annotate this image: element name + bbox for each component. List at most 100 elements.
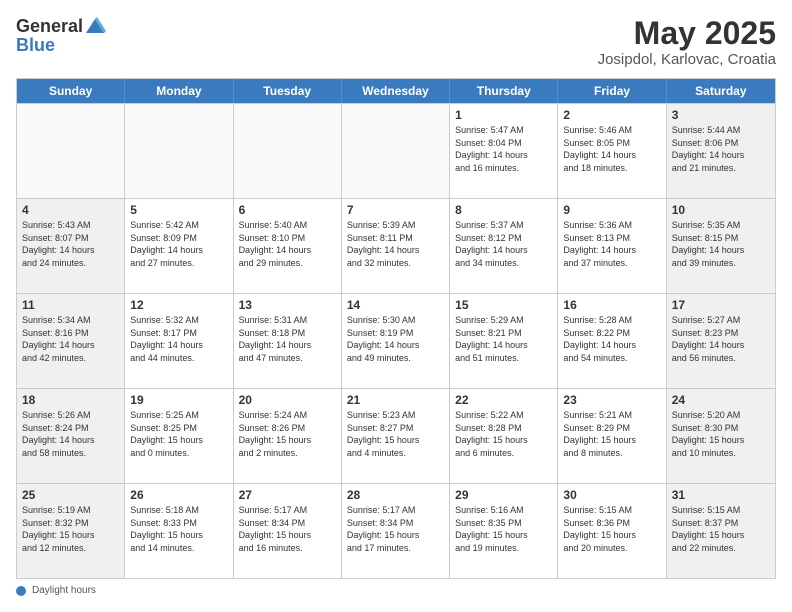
header-cell-saturday: Saturday bbox=[667, 79, 775, 103]
day-number: 21 bbox=[347, 393, 444, 407]
calendar-cell: 12 Sunrise: 5:32 AMSunset: 8:17 PMDayligh… bbox=[125, 294, 233, 388]
calendar-cell: 22 Sunrise: 5:22 AMSunset: 8:28 PMDayligh… bbox=[450, 389, 558, 483]
cell-text: Sunrise: 5:47 AMSunset: 8:04 PMDaylight:… bbox=[455, 124, 552, 174]
location: Josipdol, Karlovac, Croatia bbox=[598, 51, 776, 68]
cell-text: Sunrise: 5:19 AMSunset: 8:32 PMDaylight:… bbox=[22, 504, 119, 554]
calendar-cell: 9 Sunrise: 5:36 AMSunset: 8:13 PMDaylight… bbox=[558, 199, 666, 293]
calendar-cell: 29 Sunrise: 5:16 AMSunset: 8:35 PMDayligh… bbox=[450, 484, 558, 578]
cell-text: Sunrise: 5:26 AMSunset: 8:24 PMDaylight:… bbox=[22, 409, 119, 459]
header: General Blue May 2025 Josipdol, Karlovac… bbox=[16, 16, 776, 68]
calendar-cell: 28 Sunrise: 5:17 AMSunset: 8:34 PMDayligh… bbox=[342, 484, 450, 578]
cell-text: Sunrise: 5:16 AMSunset: 8:35 PMDaylight:… bbox=[455, 504, 552, 554]
cell-text: Sunrise: 5:21 AMSunset: 8:29 PMDaylight:… bbox=[563, 409, 660, 459]
footer-dot bbox=[16, 586, 26, 596]
calendar-cell: 5 Sunrise: 5:42 AMSunset: 8:09 PMDaylight… bbox=[125, 199, 233, 293]
cell-text: Sunrise: 5:17 AMSunset: 8:34 PMDaylight:… bbox=[347, 504, 444, 554]
cell-text: Sunrise: 5:15 AMSunset: 8:36 PMDaylight:… bbox=[563, 504, 660, 554]
calendar-cell: 16Sunrise: 5:28 AMSunset: 8:22 PMDayligh… bbox=[558, 294, 666, 388]
cell-text: Sunrise: 5:15 AMSunset: 8:37 PMDaylight:… bbox=[672, 504, 770, 554]
day-number: 5 bbox=[130, 203, 227, 217]
calendar-row-1: 1 Sunrise: 5:47 AMSunset: 8:04 PMDaylight… bbox=[17, 103, 775, 198]
calendar-cell: 31Sunrise: 5:15 AMSunset: 8:37 PMDayligh… bbox=[667, 484, 775, 578]
calendar-row-2: 4 Sunrise: 5:43 AMSunset: 8:07 PMDaylight… bbox=[17, 198, 775, 293]
day-number: 23 bbox=[563, 393, 660, 407]
day-number: 13 bbox=[239, 298, 336, 312]
cell-text: Sunrise: 5:27 AMSunset: 8:23 PMDaylight:… bbox=[672, 314, 770, 364]
cell-text: Sunrise: 5:24 AMSunset: 8:26 PMDaylight:… bbox=[239, 409, 336, 459]
header-cell-thursday: Thursday bbox=[450, 79, 558, 103]
calendar-cell bbox=[125, 104, 233, 198]
calendar-cell: 23 Sunrise: 5:21 AMSunset: 8:29 PMDayligh… bbox=[558, 389, 666, 483]
day-number: 20 bbox=[239, 393, 336, 407]
cell-text: Sunrise: 5:18 AMSunset: 8:33 PMDaylight:… bbox=[130, 504, 227, 554]
day-number: 30 bbox=[563, 488, 660, 502]
calendar-cell: 8Sunrise: 5:37 AMSunset: 8:12 PMDaylight… bbox=[450, 199, 558, 293]
calendar-cell: 1 Sunrise: 5:47 AMSunset: 8:04 PMDaylight… bbox=[450, 104, 558, 198]
calendar: SundayMondayTuesdayWednesdayThursdayFrid… bbox=[16, 78, 776, 579]
cell-text: Sunrise: 5:25 AMSunset: 8:25 PMDaylight:… bbox=[130, 409, 227, 459]
day-number: 6 bbox=[239, 203, 336, 217]
day-number: 18 bbox=[22, 393, 119, 407]
calendar-cell: 13 Sunrise: 5:31 AMSunset: 8:18 PMDayligh… bbox=[234, 294, 342, 388]
calendar-row-4: 18 Sunrise: 5:26 AMSunset: 8:24 PMDayligh… bbox=[17, 388, 775, 483]
day-number: 14 bbox=[347, 298, 444, 312]
day-number: 22 bbox=[455, 393, 552, 407]
day-number: 19 bbox=[130, 393, 227, 407]
calendar-cell: 4 Sunrise: 5:43 AMSunset: 8:07 PMDaylight… bbox=[17, 199, 125, 293]
calendar-cell: 30 Sunrise: 5:15 AMSunset: 8:36 PMDayligh… bbox=[558, 484, 666, 578]
day-number: 7 bbox=[347, 203, 444, 217]
day-number: 24 bbox=[672, 393, 770, 407]
calendar-cell bbox=[342, 104, 450, 198]
header-cell-tuesday: Tuesday bbox=[234, 79, 342, 103]
cell-text: Sunrise: 5:17 AMSunset: 8:34 PMDaylight:… bbox=[239, 504, 336, 554]
calendar-cell: 14 Sunrise: 5:30 AMSunset: 8:19 PMDayligh… bbox=[342, 294, 450, 388]
calendar-cell: 26Sunrise: 5:18 AMSunset: 8:33 PMDayligh… bbox=[125, 484, 233, 578]
calendar-cell: 24Sunrise: 5:20 AMSunset: 8:30 PMDayligh… bbox=[667, 389, 775, 483]
cell-text: Sunrise: 5:31 AMSunset: 8:18 PMDaylight:… bbox=[239, 314, 336, 364]
cell-text: Sunrise: 5:46 AMSunset: 8:05 PMDaylight:… bbox=[563, 124, 660, 174]
day-number: 1 bbox=[455, 108, 552, 122]
cell-text: Sunrise: 5:29 AMSunset: 8:21 PMDaylight:… bbox=[455, 314, 552, 364]
day-number: 3 bbox=[672, 108, 770, 122]
day-number: 9 bbox=[563, 203, 660, 217]
calendar-body: 1 Sunrise: 5:47 AMSunset: 8:04 PMDaylight… bbox=[17, 103, 775, 578]
cell-text: Sunrise: 5:34 AMSunset: 8:16 PMDaylight:… bbox=[22, 314, 119, 364]
cell-text: Sunrise: 5:39 AMSunset: 8:11 PMDaylight:… bbox=[347, 219, 444, 269]
cell-text: Sunrise: 5:43 AMSunset: 8:07 PMDaylight:… bbox=[22, 219, 119, 269]
day-number: 4 bbox=[22, 203, 119, 217]
calendar-cell: 6Sunrise: 5:40 AMSunset: 8:10 PMDaylight… bbox=[234, 199, 342, 293]
calendar-cell: 17 Sunrise: 5:27 AMSunset: 8:23 PMDayligh… bbox=[667, 294, 775, 388]
day-number: 10 bbox=[672, 203, 770, 217]
day-number: 27 bbox=[239, 488, 336, 502]
day-number: 28 bbox=[347, 488, 444, 502]
day-number: 17 bbox=[672, 298, 770, 312]
day-number: 29 bbox=[455, 488, 552, 502]
calendar-cell: 3Sunrise: 5:44 AMSunset: 8:06 PMDaylight… bbox=[667, 104, 775, 198]
title-section: May 2025 Josipdol, Karlovac, Croatia bbox=[598, 16, 776, 68]
calendar-row-3: 11Sunrise: 5:34 AMSunset: 8:16 PMDayligh… bbox=[17, 293, 775, 388]
cell-text: Sunrise: 5:23 AMSunset: 8:27 PMDaylight:… bbox=[347, 409, 444, 459]
calendar-cell: 15 Sunrise: 5:29 AMSunset: 8:21 PMDayligh… bbox=[450, 294, 558, 388]
cell-text: Sunrise: 5:32 AMSunset: 8:17 PMDaylight:… bbox=[130, 314, 227, 364]
cell-text: Sunrise: 5:35 AMSunset: 8:15 PMDaylight:… bbox=[672, 219, 770, 269]
calendar-cell bbox=[234, 104, 342, 198]
calendar-cell: 10 Sunrise: 5:35 AMSunset: 8:15 PMDayligh… bbox=[667, 199, 775, 293]
calendar-cell: 19 Sunrise: 5:25 AMSunset: 8:25 PMDayligh… bbox=[125, 389, 233, 483]
cell-text: Sunrise: 5:28 AMSunset: 8:22 PMDaylight:… bbox=[563, 314, 660, 364]
calendar-cell bbox=[17, 104, 125, 198]
calendar-cell: 21 Sunrise: 5:23 AMSunset: 8:27 PMDayligh… bbox=[342, 389, 450, 483]
logo-icon bbox=[84, 17, 106, 35]
cell-text: Sunrise: 5:30 AMSunset: 8:19 PMDaylight:… bbox=[347, 314, 444, 364]
calendar-header: SundayMondayTuesdayWednesdayThursdayFrid… bbox=[17, 79, 775, 103]
day-number: 12 bbox=[130, 298, 227, 312]
page: General Blue May 2025 Josipdol, Karlovac… bbox=[0, 0, 792, 612]
cell-text: Sunrise: 5:37 AMSunset: 8:12 PMDaylight:… bbox=[455, 219, 552, 269]
cell-text: Sunrise: 5:36 AMSunset: 8:13 PMDaylight:… bbox=[563, 219, 660, 269]
cell-text: Sunrise: 5:22 AMSunset: 8:28 PMDaylight:… bbox=[455, 409, 552, 459]
calendar-row-5: 25Sunrise: 5:19 AMSunset: 8:32 PMDayligh… bbox=[17, 483, 775, 578]
footer-label: Daylight hours bbox=[32, 585, 96, 596]
cell-text: Sunrise: 5:42 AMSunset: 8:09 PMDaylight:… bbox=[130, 219, 227, 269]
day-number: 15 bbox=[455, 298, 552, 312]
day-number: 2 bbox=[563, 108, 660, 122]
logo-blue-text: Blue bbox=[16, 35, 106, 56]
